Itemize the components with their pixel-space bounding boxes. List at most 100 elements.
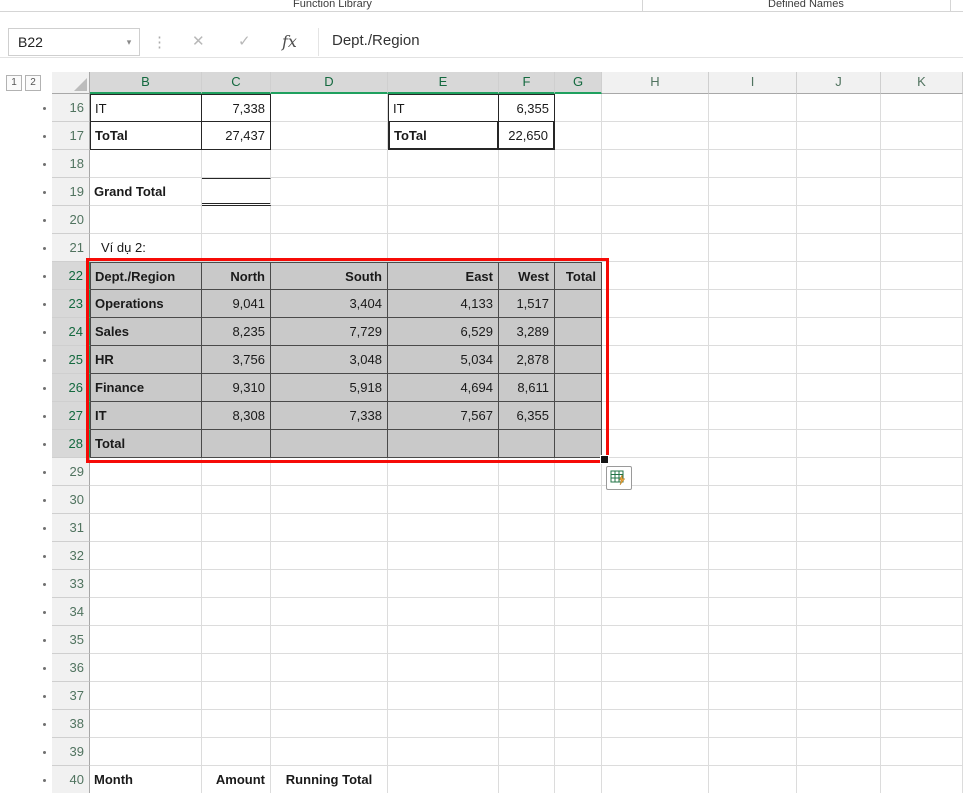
cell-K21[interactable] xyxy=(881,234,963,262)
row-header-33[interactable]: 33 xyxy=(52,570,90,598)
cell-B40[interactable]: Month xyxy=(90,766,202,793)
cell-F32[interactable] xyxy=(499,542,555,570)
row-header-24[interactable]: 24 xyxy=(52,318,90,346)
cell-G27[interactable] xyxy=(555,402,602,430)
cell-K33[interactable] xyxy=(881,570,963,598)
row-header-16[interactable]: 16 xyxy=(52,94,90,122)
cell-B20[interactable] xyxy=(90,206,202,234)
cell-J38[interactable] xyxy=(797,710,881,738)
chevron-down-icon[interactable]: ▾ xyxy=(119,37,139,48)
cell-F19[interactable] xyxy=(499,178,555,206)
cell-I37[interactable] xyxy=(709,682,797,710)
cell-G32[interactable] xyxy=(555,542,602,570)
cell-I28[interactable] xyxy=(709,430,797,458)
cell-K36[interactable] xyxy=(881,654,963,682)
cell-D16[interactable] xyxy=(271,94,388,122)
cell-G16[interactable] xyxy=(555,94,602,122)
cell-J33[interactable] xyxy=(797,570,881,598)
row-header-34[interactable]: 34 xyxy=(52,598,90,626)
cell-B37[interactable] xyxy=(90,682,202,710)
cell-C17[interactable]: 27,437 xyxy=(202,122,271,150)
cell-I31[interactable] xyxy=(709,514,797,542)
cell-F29[interactable] xyxy=(499,458,555,486)
outline-level-1-button[interactable]: 1 xyxy=(6,75,22,91)
column-header-I[interactable]: I xyxy=(709,72,797,94)
cell-D29[interactable] xyxy=(271,458,388,486)
cell-C21[interactable] xyxy=(202,234,271,262)
cell-D26[interactable]: 5,918 xyxy=(271,374,388,402)
cell-G28[interactable] xyxy=(555,430,602,458)
cell-D17[interactable] xyxy=(271,122,388,150)
cell-B32[interactable] xyxy=(90,542,202,570)
cell-K19[interactable] xyxy=(881,178,963,206)
cell-E40[interactable] xyxy=(388,766,499,793)
cell-C18[interactable] xyxy=(202,150,271,178)
name-box[interactable]: B22 ▾ xyxy=(8,28,140,56)
outline-level-2-button[interactable]: 2 xyxy=(25,75,41,91)
cell-E38[interactable] xyxy=(388,710,499,738)
cell-E20[interactable] xyxy=(388,206,499,234)
cell-H31[interactable] xyxy=(602,514,709,542)
cell-K30[interactable] xyxy=(881,486,963,514)
cell-I26[interactable] xyxy=(709,374,797,402)
cell-F20[interactable] xyxy=(499,206,555,234)
cell-J32[interactable] xyxy=(797,542,881,570)
cell-H39[interactable] xyxy=(602,738,709,766)
cell-C32[interactable] xyxy=(202,542,271,570)
cell-G26[interactable] xyxy=(555,374,602,402)
cell-H24[interactable] xyxy=(602,318,709,346)
cell-H32[interactable] xyxy=(602,542,709,570)
cell-B30[interactable] xyxy=(90,486,202,514)
cell-G29[interactable] xyxy=(555,458,602,486)
cell-G17[interactable] xyxy=(555,122,602,150)
cell-B18[interactable] xyxy=(90,150,202,178)
cell-I19[interactable] xyxy=(709,178,797,206)
cell-H30[interactable] xyxy=(602,486,709,514)
cell-F40[interactable] xyxy=(499,766,555,793)
cell-J28[interactable] xyxy=(797,430,881,458)
cell-B25[interactable]: HR xyxy=(90,346,202,374)
cell-K23[interactable] xyxy=(881,290,963,318)
cell-C34[interactable] xyxy=(202,598,271,626)
column-header-H[interactable]: H xyxy=(602,72,709,94)
cell-I30[interactable] xyxy=(709,486,797,514)
cell-E39[interactable] xyxy=(388,738,499,766)
cell-I36[interactable] xyxy=(709,654,797,682)
cell-J25[interactable] xyxy=(797,346,881,374)
row-header-30[interactable]: 30 xyxy=(52,486,90,514)
cell-K38[interactable] xyxy=(881,710,963,738)
cell-G25[interactable] xyxy=(555,346,602,374)
cell-D30[interactable] xyxy=(271,486,388,514)
cell-H20[interactable] xyxy=(602,206,709,234)
cell-F17[interactable]: 22,650 xyxy=(499,122,555,150)
row-header-29[interactable]: 29 xyxy=(52,458,90,486)
cell-D34[interactable] xyxy=(271,598,388,626)
cell-K17[interactable] xyxy=(881,122,963,150)
cell-K27[interactable] xyxy=(881,402,963,430)
cell-H36[interactable] xyxy=(602,654,709,682)
cell-G20[interactable] xyxy=(555,206,602,234)
cell-C33[interactable] xyxy=(202,570,271,598)
cell-D28[interactable] xyxy=(271,430,388,458)
cell-D23[interactable]: 3,404 xyxy=(271,290,388,318)
cell-C28[interactable] xyxy=(202,430,271,458)
fill-handle[interactable] xyxy=(600,455,609,464)
cell-C22[interactable]: North xyxy=(202,262,271,290)
cell-E28[interactable] xyxy=(388,430,499,458)
cell-F33[interactable] xyxy=(499,570,555,598)
cell-E22[interactable]: East xyxy=(388,262,499,290)
cell-G34[interactable] xyxy=(555,598,602,626)
row-header-26[interactable]: 26 xyxy=(52,374,90,402)
cell-C24[interactable]: 8,235 xyxy=(202,318,271,346)
column-header-K[interactable]: K xyxy=(881,72,963,94)
cell-G22[interactable]: Total xyxy=(555,262,602,290)
cell-B29[interactable] xyxy=(90,458,202,486)
cell-J35[interactable] xyxy=(797,626,881,654)
cell-C35[interactable] xyxy=(202,626,271,654)
row-header-18[interactable]: 18 xyxy=(52,150,90,178)
cell-D35[interactable] xyxy=(271,626,388,654)
cell-F30[interactable] xyxy=(499,486,555,514)
cell-F28[interactable] xyxy=(499,430,555,458)
cell-K24[interactable] xyxy=(881,318,963,346)
cell-E26[interactable]: 4,694 xyxy=(388,374,499,402)
